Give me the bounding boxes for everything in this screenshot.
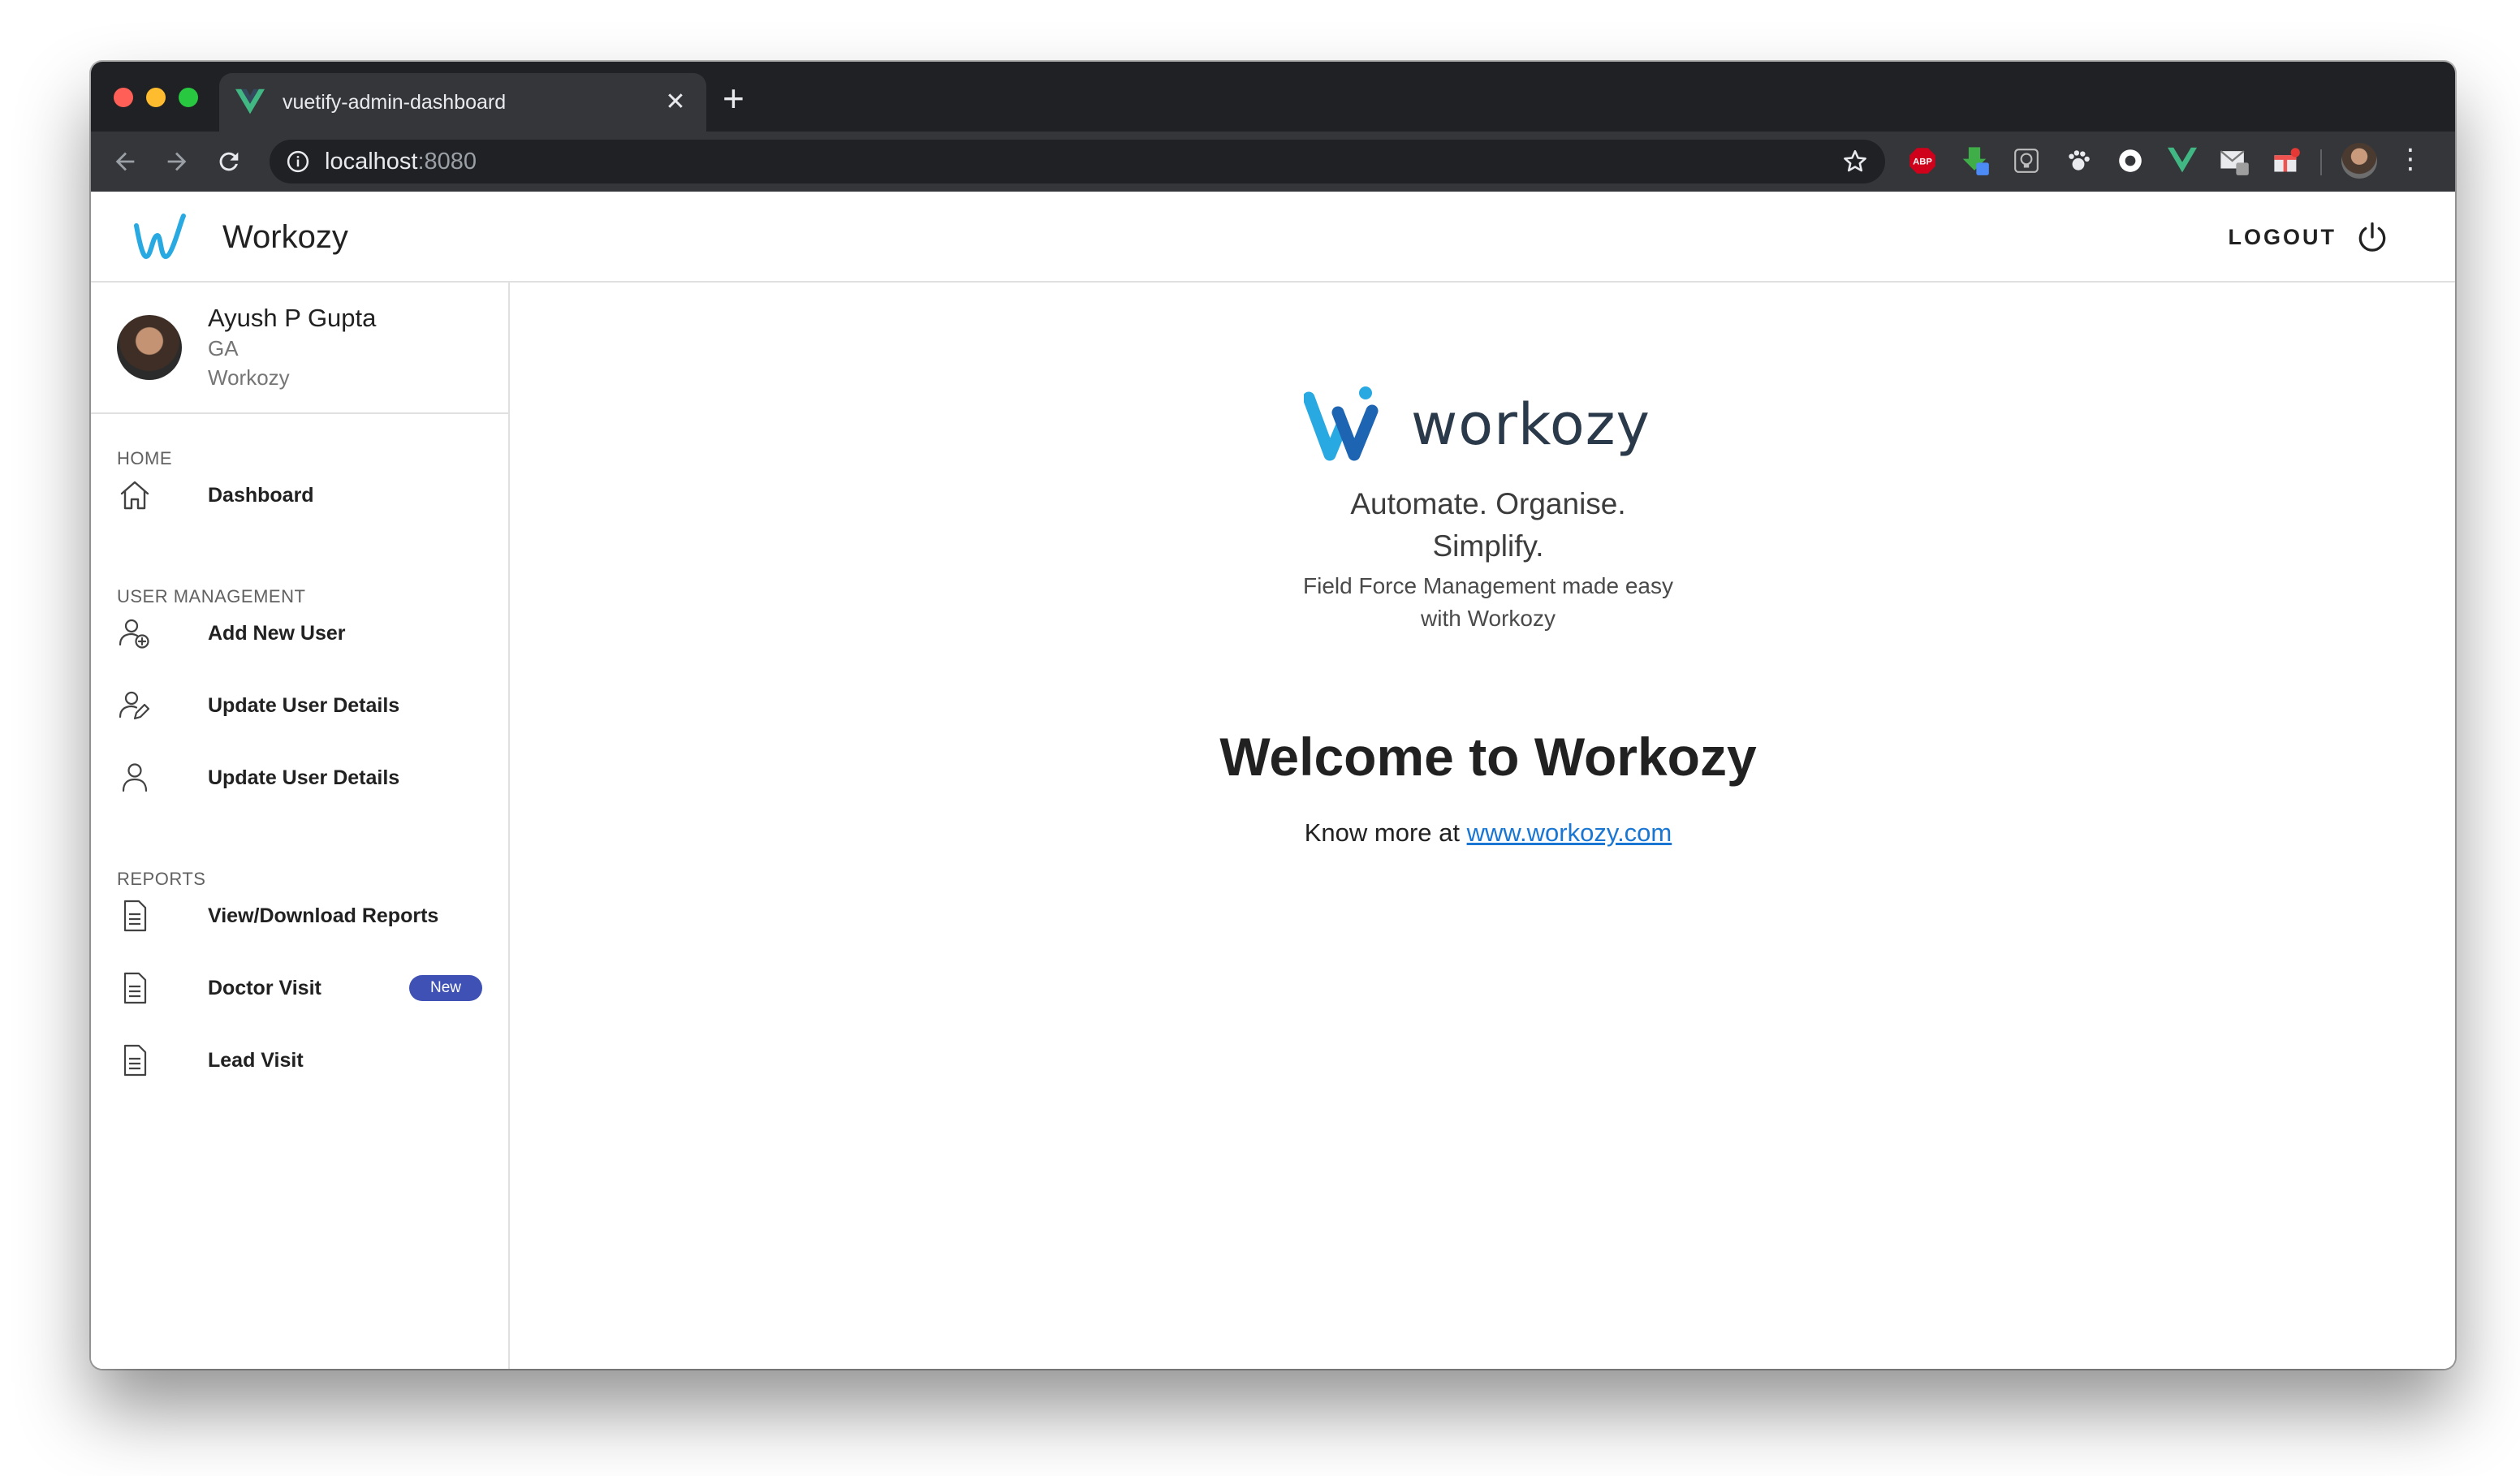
- url-host: localhost: [325, 148, 418, 175]
- sidebar-item-update-user-details[interactable]: Update User Details: [91, 673, 508, 738]
- sidebar-item-label: Add New User: [208, 621, 346, 645]
- vue-logo-icon: [235, 88, 265, 114]
- app-bar: Workozy LOGOUT: [91, 192, 2455, 283]
- tab-strip: vuetify-admin-dashboard ✕ +: [91, 62, 2455, 132]
- download-arrow-shape: [1962, 147, 1989, 175]
- user-role: GA: [208, 336, 239, 360]
- user-org: Workozy: [208, 365, 290, 390]
- main-content: workozy Automate. Organise. Simplify. Fi…: [510, 283, 2453, 1369]
- arrow-right-icon: [167, 152, 187, 171]
- avatar: [117, 315, 182, 380]
- browser-tab[interactable]: vuetify-admin-dashboard ✕: [219, 73, 706, 132]
- browser-window: vuetify-admin-dashboard ✕ + localhost:80…: [91, 62, 2455, 1369]
- sidebar-item-doctor-visit[interactable]: Doctor Visit New: [91, 956, 508, 1021]
- gift-shape: [2274, 148, 2300, 172]
- url-text: localhost:8080: [325, 149, 1841, 175]
- sidebar-item-label: Dashboard: [208, 483, 314, 507]
- tab-close-icon[interactable]: ✕: [661, 88, 690, 117]
- sidebar-item-label: Doctor Visit: [208, 976, 321, 999]
- workozy-brand-logo-icon: [1304, 386, 1379, 461]
- brand-wordmark: workozy: [1411, 391, 1651, 458]
- maximize-window-button[interactable]: [179, 88, 198, 107]
- website-link[interactable]: www.workozy.com: [1467, 818, 1672, 847]
- adblock-shape: ABP: [1909, 148, 1935, 174]
- info-icon[interactable]: [286, 149, 310, 174]
- minimize-window-button[interactable]: [146, 88, 166, 107]
- mail-shape: [2220, 150, 2249, 175]
- arrow-left-icon: [115, 152, 135, 171]
- address-bar[interactable]: localhost:8080: [270, 140, 1885, 183]
- close-window-button[interactable]: [114, 88, 133, 107]
- sidebar-item-view-download-reports[interactable]: View/Download Reports: [91, 883, 508, 948]
- circle-shape: [2119, 149, 2142, 172]
- user-profile-card: Ayush P Gupta GA Workozy: [91, 283, 508, 414]
- url-port: :8080: [417, 148, 477, 175]
- vue-shape: [2168, 147, 2197, 173]
- document-icon: [123, 972, 147, 1004]
- sidebar-item-label: View/Download Reports: [208, 904, 439, 927]
- adblock-plus-icon[interactable]: ABP: [1906, 145, 1939, 177]
- lightbulb-icon[interactable]: [2010, 145, 2043, 177]
- paw-icon[interactable]: [2062, 145, 2095, 177]
- sidebar-item-lead-visit[interactable]: Lead Visit: [91, 1028, 508, 1093]
- app-title: Workozy: [222, 219, 348, 255]
- app-root: Workozy LOGOUT Ayush P Gupta GA Workozy …: [91, 192, 2455, 1369]
- circle-icon[interactable]: [2114, 145, 2147, 177]
- adblock-label: ABP: [1913, 158, 1932, 167]
- profile-avatar-icon[interactable]: [2341, 143, 2377, 179]
- logout-button[interactable]: LOGOUT: [2229, 216, 2391, 258]
- user-icon: [122, 763, 148, 792]
- know-more-prefix: Know more at: [1304, 818, 1467, 847]
- sidebar-item-update-user-details-2[interactable]: Update User Details: [91, 745, 508, 810]
- downloader-icon[interactable]: [1958, 145, 1991, 177]
- tagline-line2: Simplify.: [1432, 529, 1544, 563]
- sidebar-item-add-new-user[interactable]: Add New User: [91, 601, 508, 666]
- welcome-heading: Welcome to Workozy: [1219, 727, 1757, 787]
- edit-user-icon: [119, 691, 150, 720]
- vue-devtools-icon[interactable]: [2166, 145, 2199, 177]
- bulb-shape: [2014, 149, 2039, 173]
- toolbar-separator: [2320, 149, 2322, 175]
- know-more-text: Know more at www.workozy.com: [510, 818, 2453, 848]
- sidebar-item-label: Lead Visit: [208, 1048, 304, 1072]
- sidebar: Ayush P Gupta GA Workozy HOME Dashboard …: [91, 283, 510, 1369]
- back-button[interactable]: [107, 144, 143, 179]
- document-icon: [123, 900, 147, 932]
- mail-icon[interactable]: [2218, 145, 2250, 177]
- more-menu-icon[interactable]: ⋮: [2397, 143, 2424, 175]
- document-icon: [123, 1044, 147, 1077]
- logout-label: LOGOUT: [2228, 224, 2337, 249]
- star-icon[interactable]: [1841, 148, 1869, 175]
- workozy-logo-icon[interactable]: [132, 211, 188, 263]
- browser-toolbar: localhost:8080 ABP ⋮: [91, 132, 2455, 192]
- sidebar-item-dashboard[interactable]: Dashboard: [91, 463, 508, 528]
- forward-button[interactable]: [159, 144, 195, 179]
- add-user-icon: [119, 619, 149, 649]
- reload-button[interactable]: [211, 144, 247, 179]
- tagline-line1: Automate. Organise.: [1350, 487, 1626, 520]
- user-name: Ayush P Gupta: [208, 304, 377, 332]
- gift-icon[interactable]: [2270, 145, 2302, 177]
- sidebar-item-label: Update User Details: [208, 766, 400, 789]
- subtagline-line2: with Workozy: [1421, 606, 1556, 631]
- new-tab-button[interactable]: +: [723, 78, 744, 119]
- new-badge: New: [409, 975, 482, 1001]
- home-icon: [120, 481, 149, 510]
- sidebar-item-label: Update User Details: [208, 693, 400, 717]
- tab-title: vuetify-admin-dashboard: [283, 90, 507, 114]
- power-icon: [2358, 222, 2386, 252]
- subtagline-line1: Field Force Management made easy: [1303, 573, 1673, 598]
- reload-icon: [219, 152, 239, 171]
- paw-shape: [2069, 150, 2090, 170]
